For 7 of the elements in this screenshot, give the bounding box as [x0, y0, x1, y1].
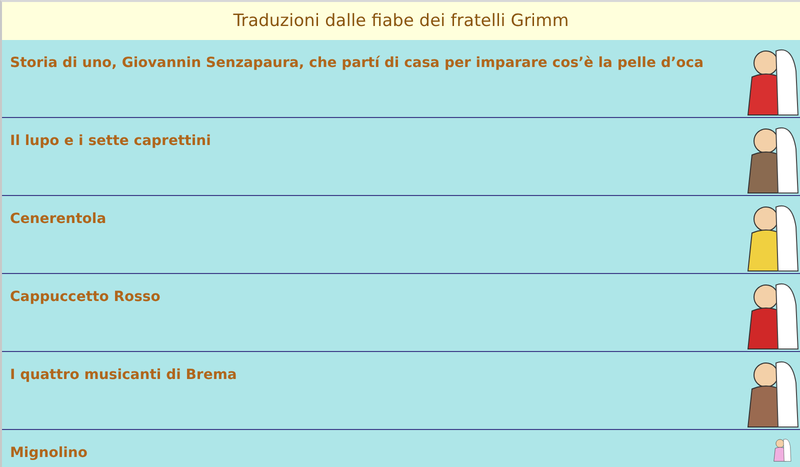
story-title: I quattro musicanti di Brema	[10, 366, 237, 384]
story-title: Mignolino	[10, 444, 88, 462]
story-title: Cenerentola	[10, 210, 106, 228]
story-title: Storia di uno, Giovannin Senzapaura, che partí di casa per imparare cos’è la pelle d’oca	[10, 54, 704, 72]
story-title: Il lupo e i sette caprettini	[10, 132, 211, 150]
page-title: Traduzioni dalle fiabe dei fratelli Grimm	[233, 11, 569, 31]
story-title: Cappuccetto Rosso	[10, 288, 160, 306]
